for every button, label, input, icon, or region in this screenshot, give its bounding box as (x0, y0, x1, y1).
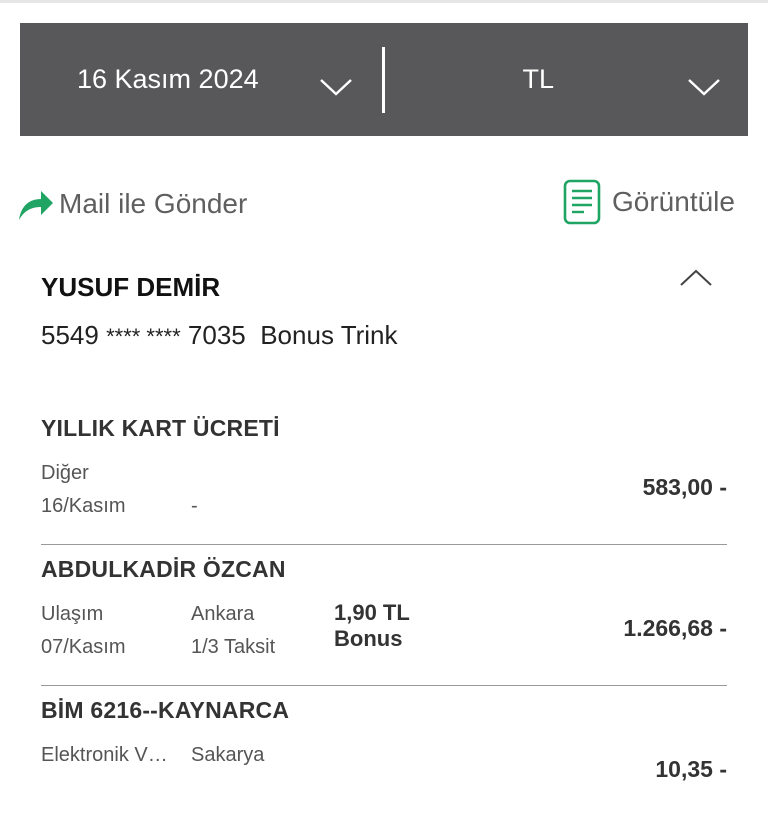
transaction-amount: 583,00 - (642, 474, 727, 500)
merchant-title: BİM 6216--KAYNARCA (41, 697, 290, 723)
chevron-up-icon[interactable] (679, 268, 713, 288)
card-number: 5549 **** **** 7035 Bonus Trink (41, 320, 398, 351)
transaction-category: Elektronik V… (41, 744, 168, 766)
view-label: Görüntüle (612, 186, 735, 217)
transaction-row[interactable]: Diğer 16/Kasım - 583,00 - (41, 454, 727, 545)
currency-selector-label: TL (522, 64, 555, 94)
action-row: Mail ile Gönder Görüntüle (0, 176, 768, 236)
bonus-label: Bonus (334, 626, 403, 651)
transaction-category: Diğer (41, 462, 89, 484)
card-product-name: Bonus Trink (260, 320, 398, 350)
mail-send-button[interactable]: Mail ile Gönder (15, 184, 247, 224)
transaction-category: Ulaşım (41, 603, 104, 625)
card-number-first: 5549 (41, 320, 99, 350)
transaction-installment: 1/3 Taksit (191, 636, 276, 658)
date-selector[interactable]: 16 Kasım 2024 (20, 23, 382, 136)
merchant-title: ABDULKADİR ÖZCAN (41, 556, 286, 582)
view-button[interactable]: Görüntüle (562, 178, 735, 226)
chevron-down-icon (320, 79, 352, 96)
card-number-masked: **** **** (106, 324, 181, 349)
mail-send-label: Mail ile Gönder (59, 188, 248, 219)
transaction-amount: 10,35 - (655, 756, 727, 782)
date-selector-label: 16 Kasım 2024 (77, 64, 259, 94)
transaction-location: Ankara (191, 603, 255, 625)
transaction-installment: - (191, 495, 198, 517)
bonus-earned: 1,90 TL Bonus (334, 600, 410, 652)
filter-bar: 16 Kasım 2024 TL (20, 23, 748, 136)
document-icon (563, 179, 601, 225)
card-owner-name: YUSUF DEMİR (41, 272, 221, 302)
currency-selector[interactable]: TL (385, 23, 749, 136)
card-number-last: 7035 (187, 320, 246, 350)
transaction-location: Sakarya (191, 744, 265, 766)
transaction-date: 16/Kasım (41, 495, 126, 517)
merchant-title: YILLIK KART ÜCRETİ (41, 415, 280, 441)
bonus-amount: 1,90 TL (334, 600, 410, 625)
top-strip (0, 0, 768, 3)
transaction-amount: 1.266,68 - (623, 615, 727, 641)
share-arrow-icon (19, 191, 53, 220)
transaction-date: 07/Kasım (41, 636, 126, 658)
transaction-row[interactable]: Ulaşım Ankara 07/Kasım 1/3 Taksit 1,90 T… (41, 595, 727, 686)
transaction-row[interactable]: Elektronik V… Sakarya 10,35 - (41, 736, 727, 826)
chevron-down-icon (687, 79, 720, 96)
